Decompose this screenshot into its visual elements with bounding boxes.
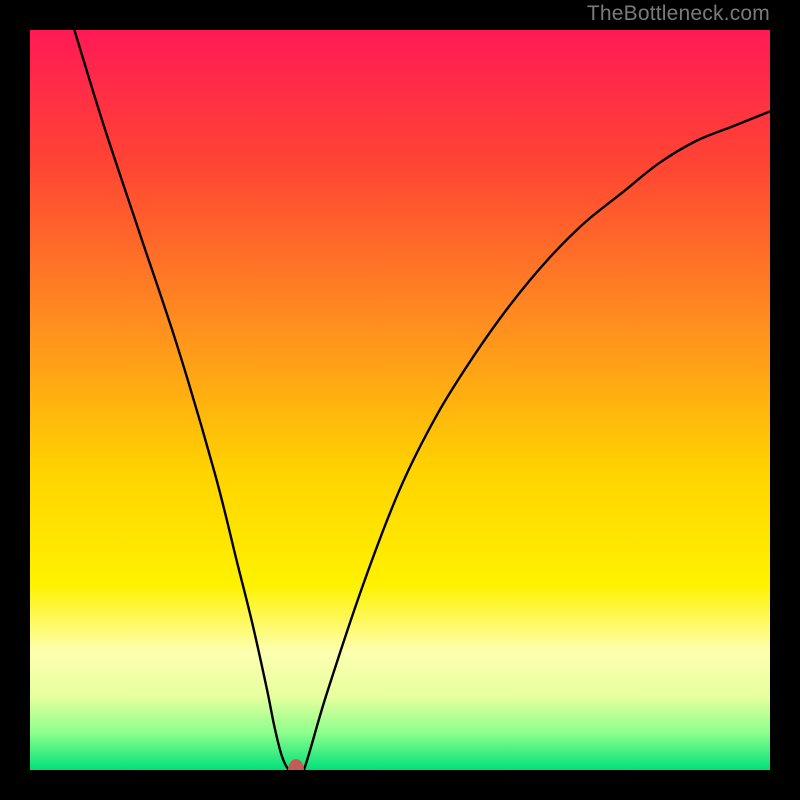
bottleneck-curve	[30, 30, 770, 770]
chart-frame: TheBottleneck.com	[0, 0, 800, 800]
watermark-text: TheBottleneck.com	[587, 2, 770, 26]
plot-area	[30, 30, 770, 770]
